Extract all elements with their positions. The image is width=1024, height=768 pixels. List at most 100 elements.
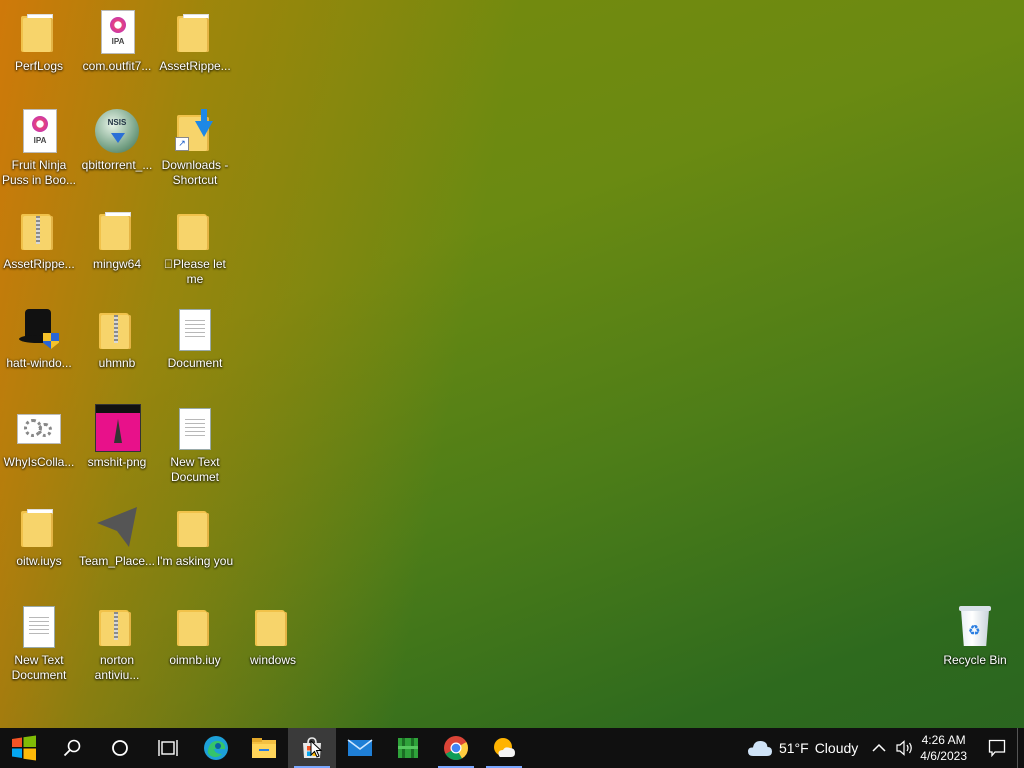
desktop-icon-team-place[interactable]: Team_Place... (78, 503, 156, 569)
text-document-icon (171, 305, 219, 353)
clock-time: 4:26 AM (921, 733, 966, 747)
volume-icon[interactable] (896, 740, 914, 756)
nsis-tag: NSIS (107, 118, 127, 127)
desktop-icon-hatt-windows[interactable]: hatt-windo... (0, 305, 78, 371)
icon-label: Recycle Bin (943, 653, 1007, 667)
zip-folder-icon (15, 206, 63, 254)
zip-folder-icon (93, 602, 141, 650)
ipa-file-icon: IPA (15, 107, 63, 155)
folder-icon (15, 8, 63, 56)
desktop-icon-please-let-me[interactable]:  Please let me (156, 206, 234, 287)
icon-label: uhmnb (98, 356, 136, 370)
icon-label: Document (167, 356, 223, 370)
chevron-up-icon[interactable] (872, 743, 886, 753)
folder-shortcut-icon: ↗ (171, 107, 219, 155)
icon-label: qbittorrent_... (81, 158, 153, 172)
taskbar-chrome[interactable] (432, 728, 480, 768)
icon-label: oitw.iuys (16, 554, 62, 568)
icon-label: AssetRippe... (159, 59, 231, 73)
icon-label: Fruit Ninja Puss in Boo... (1, 158, 77, 187)
action-center-button[interactable] (977, 728, 1017, 768)
desktop-icon-smshit-png[interactable]: smshit-png (78, 404, 156, 470)
icon-label: Downloads - Shortcut (161, 158, 229, 187)
desktop[interactable]: PerfLogs IPA com.outfit7... AssetRippe..… (0, 0, 1024, 728)
windows-logo-icon (12, 735, 36, 761)
image-thumbnail-icon (93, 404, 141, 452)
taskbar-mail[interactable] (336, 728, 384, 768)
desktop-icon-qbittorrent[interactable]: NSIS qbittorrent_... (78, 107, 156, 173)
icon-label: PerfLogs (14, 59, 64, 73)
icon-label: AssetRippe... (3, 257, 75, 271)
desktop-icon-recycle-bin[interactable]: ♻ Recycle Bin (936, 602, 1014, 668)
desktop-icon-windows[interactable]: windows (234, 602, 312, 668)
taskbar-edge[interactable] (192, 728, 240, 768)
desktop-icon-whyiscolla[interactable]: WhyIsColla... (0, 404, 78, 470)
search-button[interactable] (48, 728, 96, 768)
taskbar-weather-app[interactable] (480, 728, 528, 768)
taskbar-file-explorer[interactable] (240, 728, 288, 768)
desktop-icon-norton-antivirus[interactable]: norton antiviu... (78, 602, 156, 683)
ipa-tag: IPA (33, 136, 47, 145)
recycle-bin-icon: ♻ (951, 602, 999, 650)
cortana-button[interactable] (96, 728, 144, 768)
desktop-icon-document[interactable]: Document (156, 305, 234, 371)
clock-date: 4/6/2023 (920, 749, 967, 763)
nsis-installer-icon: NSIS (93, 107, 141, 155)
taskbar-minecraft[interactable] (384, 728, 432, 768)
desktop-icon-new-text-document[interactable]: New Text Document (0, 602, 78, 683)
desktop-icon-oimnb-iuy[interactable]: oimnb.iuy (156, 602, 234, 668)
folder-icon (249, 602, 297, 650)
folder-icon (171, 206, 219, 254)
taskbar: 51°F Cloudy 4:26 AM 4/6/2023 (0, 728, 1024, 768)
show-desktop-strip[interactable] (1017, 728, 1024, 768)
cloud-icon (747, 741, 772, 756)
folder-icon (171, 503, 219, 551)
folder-icon (93, 206, 141, 254)
edge-icon (204, 736, 228, 760)
notification-icon (988, 739, 1006, 757)
task-view-icon (158, 740, 178, 756)
icon-label: norton antiviu... (94, 653, 140, 682)
icon-label: com.outfit7... (82, 59, 152, 73)
text-document-icon (15, 602, 63, 650)
cortana-icon (112, 740, 128, 756)
ipa-file-icon: IPA (93, 8, 141, 56)
desktop-icon-downloads-shortcut[interactable]: ↗ Downloads - Shortcut (156, 107, 234, 188)
icon-label: hatt-windo... (6, 356, 72, 370)
desktop-icon-im-asking-you[interactable]: I'm asking you (156, 503, 234, 569)
taskbar-microsoft-store[interactable] (288, 728, 336, 768)
icon-label: Team_Place... (78, 554, 156, 568)
top-hat-admin-icon (15, 305, 63, 353)
sun-cloud-icon (494, 738, 515, 757)
weather-widget[interactable]: 51°F Cloudy (747, 739, 858, 757)
icon-label: oimnb.iuy (169, 653, 221, 667)
weather-condition: Cloudy (814, 740, 859, 756)
icon-label: windows (249, 653, 297, 667)
desktop-icon-assetripper-1[interactable]: AssetRippe... (156, 8, 234, 74)
desktop-icon-uhmnb[interactable]: uhmnb (78, 305, 156, 371)
desktop-icon-new-text-documet[interactable]: New Text Documet (156, 404, 234, 485)
desktop-icon-fruit-ninja[interactable]: IPA Fruit Ninja Puss in Boo... (0, 107, 78, 188)
desktop-icon-perflogs[interactable]: PerfLogs (0, 8, 78, 74)
icon-label: smshit-png (87, 455, 147, 469)
mouse-cursor-icon (310, 740, 322, 758)
weather-temp: 51°F (778, 740, 809, 756)
desktop-icon-mingw64[interactable]: mingw64 (78, 206, 156, 272)
start-button[interactable] (0, 728, 48, 768)
icon-label:  Please let me (164, 257, 226, 286)
clock[interactable]: 4:26 AM 4/6/2023 (920, 732, 967, 764)
minecraft-icon (398, 738, 418, 758)
search-icon (63, 739, 81, 757)
ipa-tag: IPA (111, 37, 125, 46)
desktop-icon-assetripper-2[interactable]: AssetRippe... (0, 206, 78, 272)
folder-icon (171, 8, 219, 56)
folder-icon (15, 503, 63, 551)
desktop-icon-oitw-iuys[interactable]: oitw.iuys (0, 503, 78, 569)
icon-label: mingw64 (92, 257, 142, 271)
mail-icon (347, 739, 373, 756)
task-view-button[interactable] (144, 728, 192, 768)
chrome-icon (444, 736, 468, 761)
icon-label: I'm asking you (156, 554, 234, 568)
desktop-icon-com-outfit7[interactable]: IPA com.outfit7... (78, 8, 156, 74)
system-tray: 51°F Cloudy 4:26 AM 4/6/2023 (747, 728, 1024, 768)
